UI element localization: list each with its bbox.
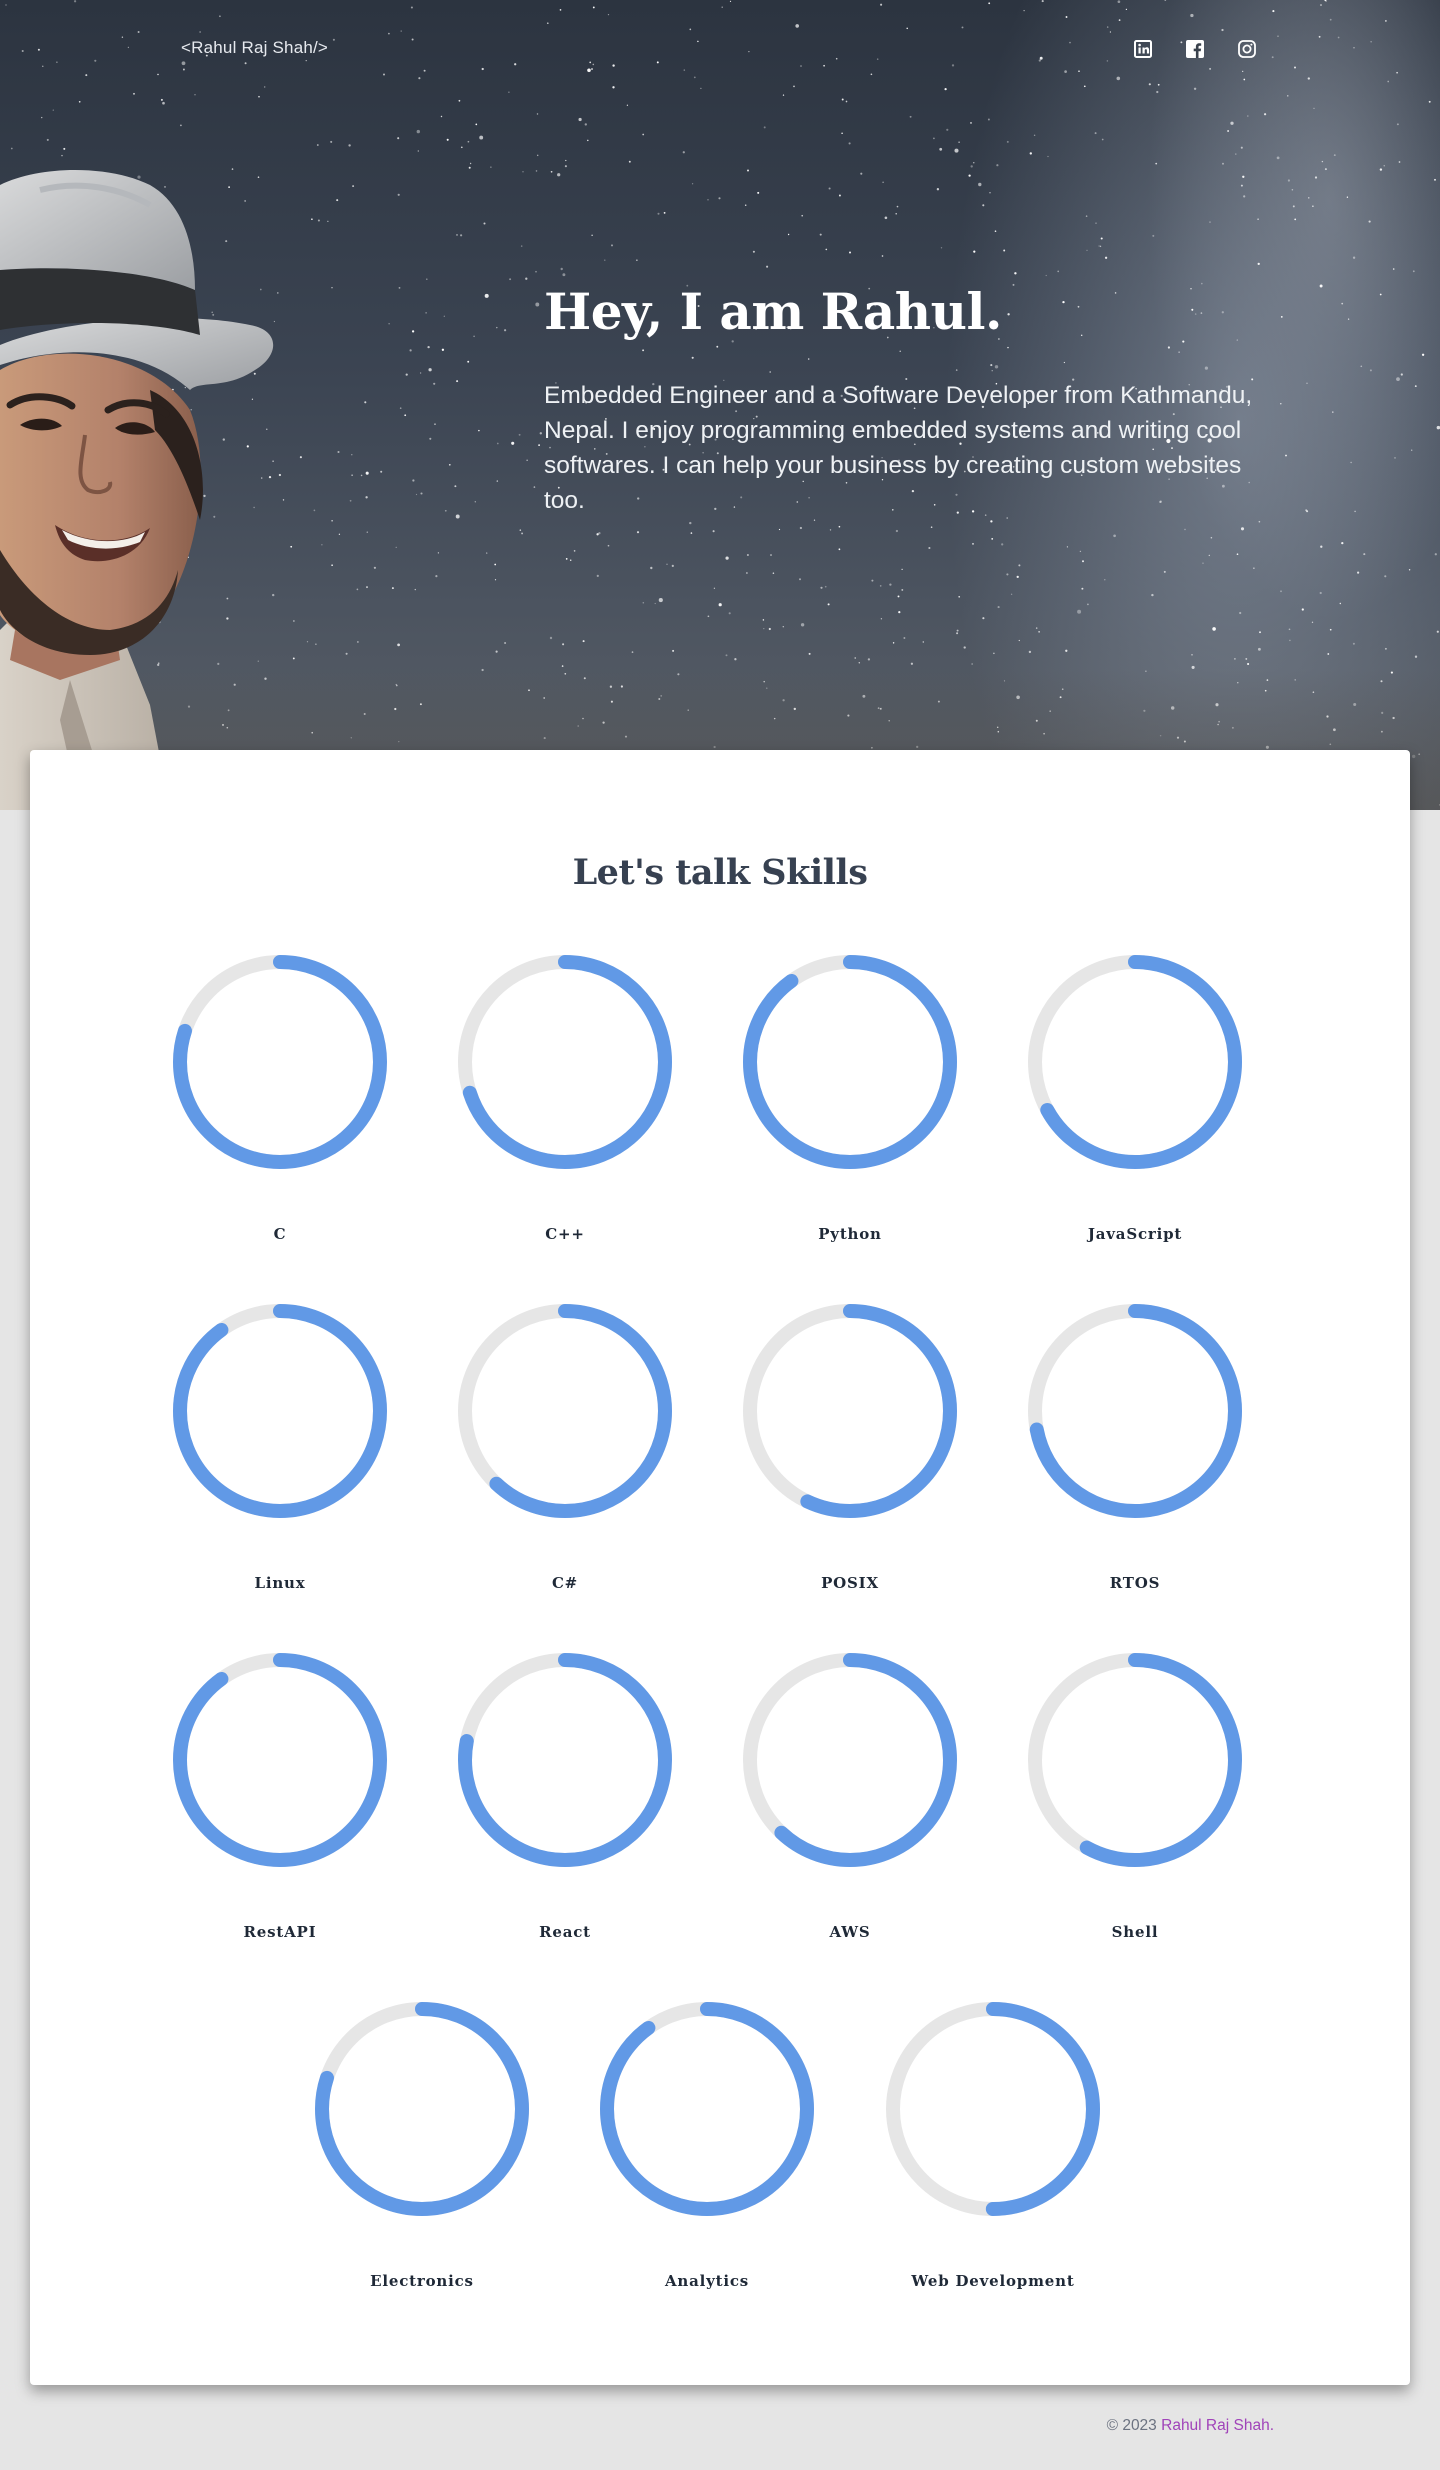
skill-ring-progress — [743, 955, 957, 1169]
skill-item: React — [445, 1651, 685, 1951]
skill-label: RestAPI — [243, 1923, 317, 1941]
skill-label: Shell — [1111, 1923, 1159, 1941]
skill-label: Analytics — [664, 2272, 750, 2290]
instagram-link[interactable] — [1236, 38, 1258, 60]
skill-item: JavaScript — [1015, 953, 1255, 1253]
skill-progress-ring — [173, 1304, 387, 1518]
skill-item: Shell — [1015, 1651, 1255, 1951]
skill-label: C# — [551, 1574, 579, 1592]
skill-progress-ring — [458, 955, 672, 1169]
skill-item: Linux — [160, 1302, 400, 1602]
hero-title: Hey, I am Rahul. — [544, 282, 1002, 341]
footer-owner-link[interactable]: Rahul Raj Shah. — [1161, 2417, 1274, 2434]
skill-label: C++ — [545, 1225, 585, 1243]
skill-item: Python — [730, 953, 970, 1253]
skill-ring-progress — [173, 1653, 387, 1867]
skill-label: React — [539, 1923, 591, 1941]
footer: © 2023 Rahul Raj Shah. — [1107, 2417, 1274, 2435]
skill-progress-ring — [173, 1653, 387, 1867]
skill-progress-ring — [743, 1653, 957, 1867]
instagram-icon — [1238, 40, 1256, 58]
skills-card: Let's talk Skills C C++ Python JavaScript Li… — [30, 750, 1410, 2385]
skill-item: C++ — [445, 953, 685, 1253]
skill-label: C — [273, 1225, 287, 1243]
skill-label: JavaScript — [1087, 1225, 1183, 1243]
skill-label: RTOS — [1109, 1574, 1161, 1592]
skill-label: POSIX — [821, 1574, 879, 1592]
facebook-icon — [1186, 40, 1204, 58]
skill-item: Analytics — [587, 2000, 827, 2300]
skill-item: C — [160, 953, 400, 1253]
skill-item: RTOS — [1015, 1302, 1255, 1602]
skill-progress-ring — [458, 1304, 672, 1518]
skill-ring-progress — [173, 1304, 387, 1518]
skill-progress-ring — [1028, 1653, 1242, 1867]
skill-progress-ring — [458, 1653, 672, 1867]
skill-item: AWS — [730, 1651, 970, 1951]
skill-progress-ring — [1028, 955, 1242, 1169]
skill-label: AWS — [829, 1923, 871, 1941]
skill-progress-ring — [743, 1304, 957, 1518]
skill-progress-ring — [600, 2002, 814, 2216]
skill-progress-ring — [743, 955, 957, 1169]
skill-item: POSIX — [730, 1302, 970, 1602]
profile-portrait-image — [0, 170, 274, 810]
skills-section-title: Let's talk Skills — [572, 852, 868, 893]
hero-description: Embedded Engineer and a Software Develop… — [544, 382, 1253, 514]
skill-progress-ring — [1028, 1304, 1242, 1518]
skill-ring-progress — [600, 2002, 814, 2216]
skill-progress-ring — [886, 2002, 1100, 2216]
linkedin-link[interactable] — [1132, 38, 1154, 60]
skill-progress-ring — [173, 955, 387, 1169]
skill-item: Electronics — [302, 2000, 542, 2300]
facebook-link[interactable] — [1184, 38, 1206, 60]
brand-logo-link[interactable]: <Rahul Raj Shah/> — [181, 38, 328, 58]
skill-item: RestAPI — [160, 1651, 400, 1951]
skill-label: Python — [818, 1225, 882, 1243]
footer-copyright: © 2023 — [1106, 2417, 1157, 2434]
skill-label: Electronics — [370, 2272, 474, 2290]
hero-section: <Rahul Raj Shah/> Hey, I am Rahul. Embed… — [0, 0, 1440, 810]
skill-label: Web Development — [911, 2272, 1075, 2290]
linkedin-icon — [1134, 40, 1152, 58]
skill-progress-ring — [315, 2002, 529, 2216]
skill-item: Web Development — [873, 2000, 1113, 2300]
skill-item: C# — [445, 1302, 685, 1602]
skill-label: Linux — [254, 1574, 306, 1592]
